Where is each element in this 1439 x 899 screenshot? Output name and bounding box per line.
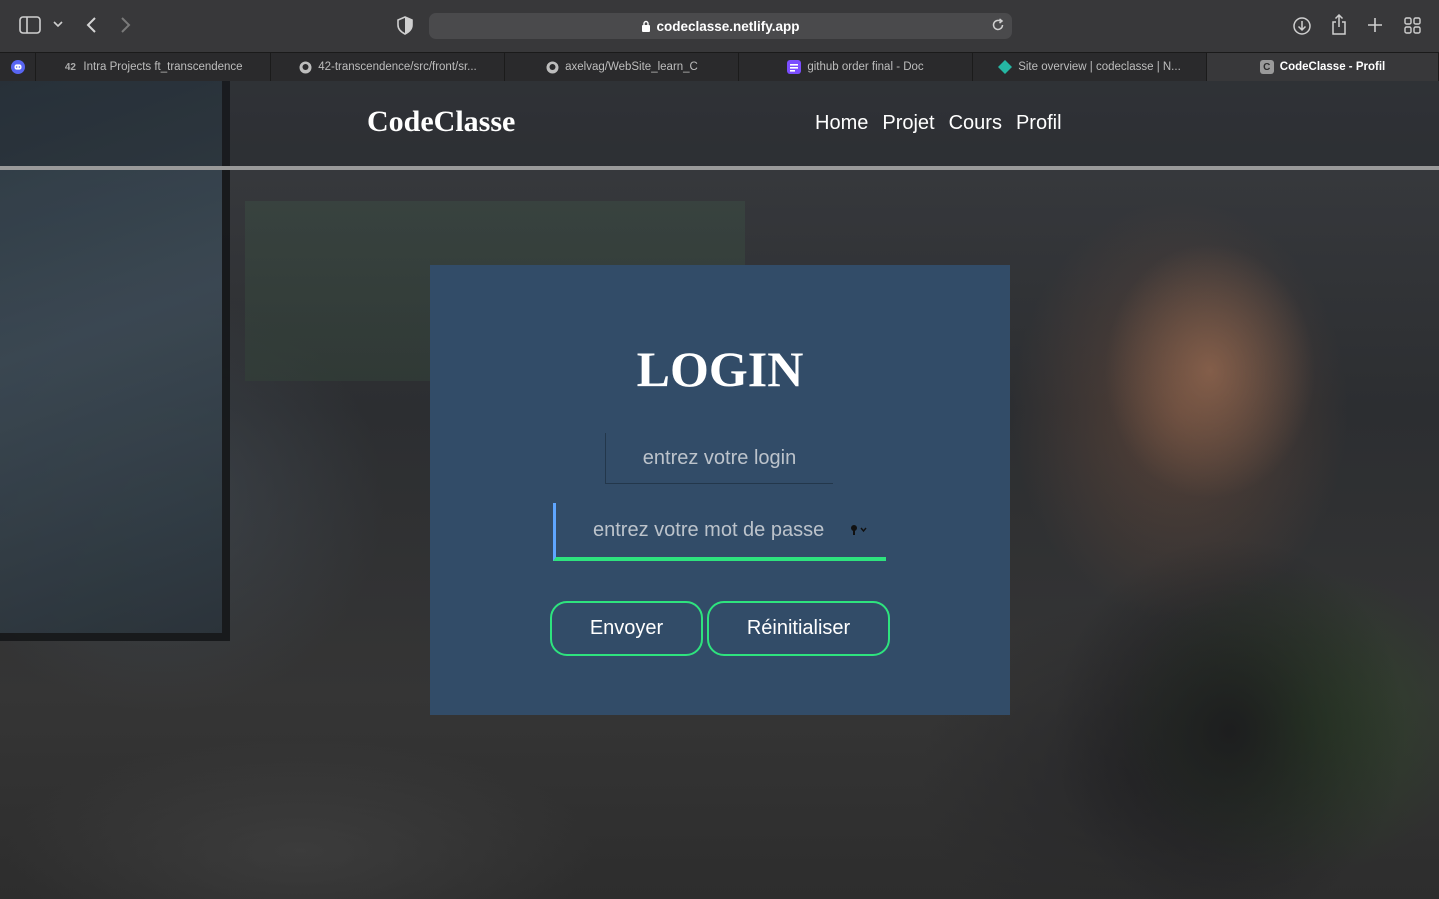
tab-label: github order final - Doc — [807, 61, 924, 73]
login-title: LOGIN — [636, 341, 804, 397]
password-input[interactable] — [553, 503, 886, 561]
submit-button[interactable]: Envoyer — [550, 601, 703, 656]
tab-label: Site overview | codeclasse | N... — [1018, 61, 1181, 73]
github-icon — [298, 60, 312, 74]
tab-website-learn-c[interactable]: axelvag/WebSite_learn_C — [505, 53, 739, 81]
site-header: CodeClasse Home Projet Cours Profil — [0, 81, 1439, 167]
forward-arrow-icon[interactable] — [120, 16, 132, 34]
tab-42-transcendence[interactable]: 42-transcendence/src/front/sr... — [271, 53, 505, 81]
tab-label: axelvag/WebSite_learn_C — [565, 61, 698, 73]
nav-link-projet[interactable]: Projet — [882, 112, 934, 135]
tab-bar: 42 Intra Projects ft_transcendence 42-tr… — [0, 52, 1439, 81]
login-form: LOGIN Envoyer Réinitialiser — [430, 265, 1010, 715]
page-background: CodeClasse Home Projet Cours Profil LOGI… — [0, 81, 1439, 899]
netlify-icon — [998, 60, 1013, 74]
new-tab-plus-icon[interactable] — [1367, 17, 1383, 33]
reload-icon[interactable] — [991, 18, 1005, 32]
sidebar-toggle-icon[interactable] — [19, 16, 41, 34]
reset-button[interactable]: Réinitialiser — [707, 601, 890, 656]
nav-link-home[interactable]: Home — [815, 112, 868, 135]
chevron-down-icon[interactable] — [53, 20, 63, 28]
background-photo-person — [1020, 171, 1439, 899]
address-bar[interactable]: codeclasse.netlify.app — [429, 13, 1012, 39]
tab-label: 42-transcendence/src/front/sr... — [318, 61, 477, 73]
tab-label: Intra Projects ft_transcendence — [83, 61, 243, 73]
back-arrow-icon[interactable] — [85, 16, 97, 34]
tab-github-order[interactable]: github order final - Doc — [739, 53, 973, 81]
privacy-shield-icon[interactable] — [397, 16, 413, 35]
password-key-icon[interactable] — [850, 524, 868, 536]
42-logo-icon: 42 — [64, 61, 76, 73]
main-nav: Home Projet Cours Profil — [815, 112, 1062, 135]
tab-intra-projects[interactable]: 42 Intra Projects ft_transcendence — [36, 53, 271, 81]
discord-icon — [10, 60, 25, 74]
tab-netlify-site-overview[interactable]: Site overview | codeclasse | N... — [973, 53, 1207, 81]
github-icon — [545, 60, 559, 74]
nav-link-cours[interactable]: Cours — [949, 112, 1002, 135]
nav-link-profil[interactable]: Profil — [1016, 112, 1062, 135]
downloads-icon[interactable] — [1292, 16, 1312, 36]
tab-label: CodeClasse - Profil — [1279, 61, 1386, 73]
lock-icon — [641, 20, 651, 32]
tab-overview-grid-icon[interactable] — [1404, 17, 1421, 34]
site-logo[interactable]: CodeClasse — [367, 105, 515, 139]
url-text: codeclasse.netlify.app — [656, 18, 800, 34]
share-icon[interactable] — [1330, 14, 1348, 36]
tab-codeclasse-profil[interactable]: C CodeClasse - Profil — [1207, 53, 1439, 81]
header-divider — [0, 166, 1439, 170]
tab-discord[interactable] — [0, 53, 36, 81]
codeclasse-favicon: C — [1259, 60, 1274, 74]
login-input[interactable] — [605, 433, 833, 484]
doc-icon — [787, 60, 802, 74]
browser-toolbar: codeclasse.netlify.app — [0, 0, 1439, 52]
